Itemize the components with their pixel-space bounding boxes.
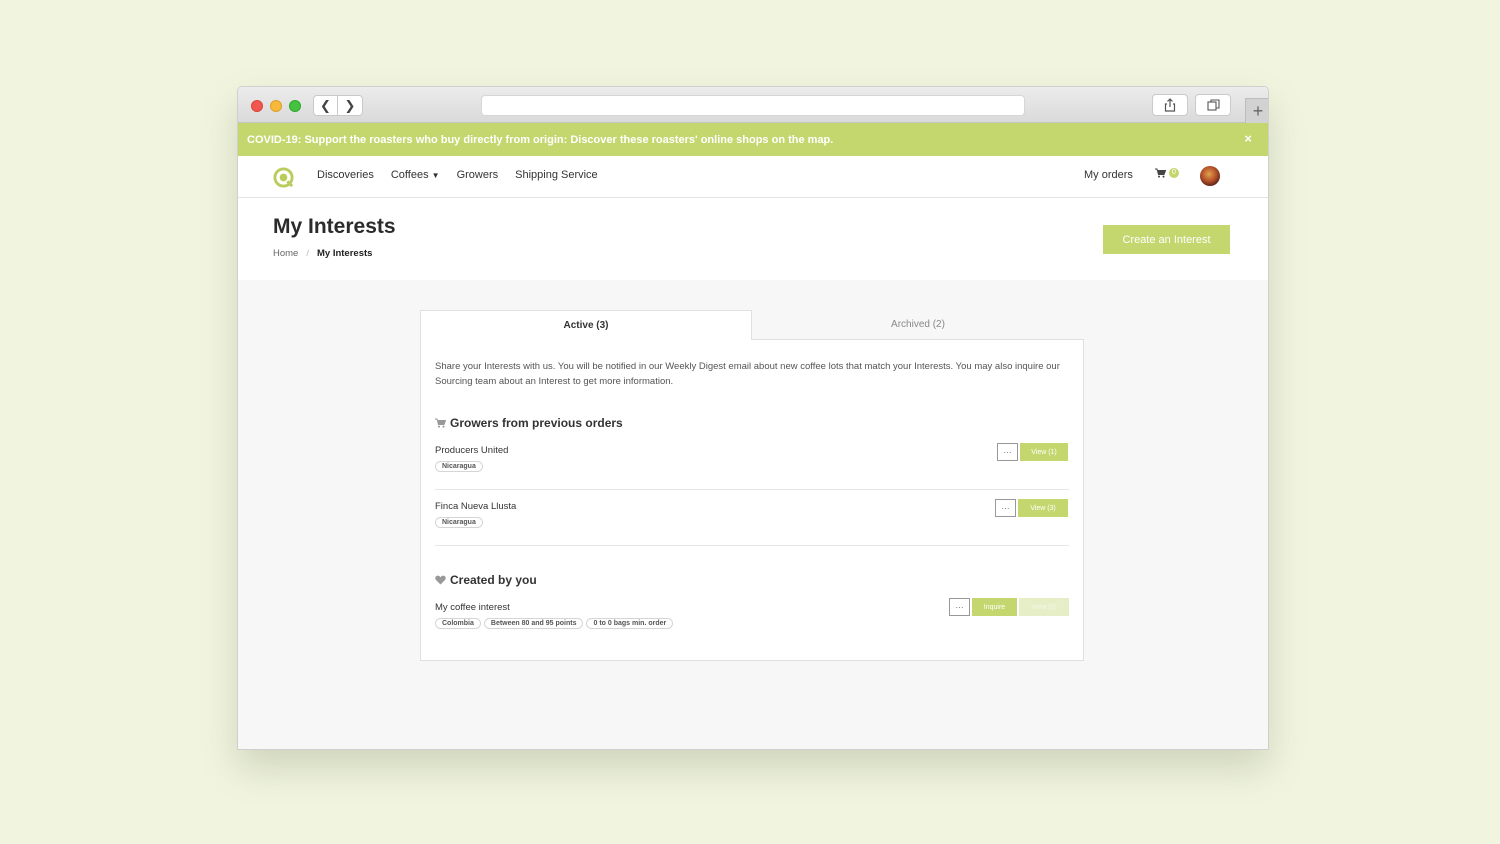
tag: Nicaragua: [435, 461, 483, 472]
breadcrumb-current: My Interests: [316, 248, 373, 259]
item-name: Producers United: [435, 445, 509, 456]
nav-discoveries[interactable]: Discoveries: [317, 169, 374, 181]
logo-icon[interactable]: [273, 167, 294, 188]
new-tab-icon[interactable]: +: [1245, 98, 1268, 123]
chevron-down-icon: ▼: [431, 171, 440, 180]
tag: Between 80 and 95 points: [483, 618, 584, 629]
nav-coffees-label: Coffees: [390, 169, 429, 181]
close-window-button[interactable]: [251, 100, 263, 112]
growers-section-heading: Growers from previous orders: [435, 416, 623, 430]
nav-coffees[interactable]: Coffees ▼: [391, 169, 440, 181]
address-bar[interactable]: [481, 95, 1025, 116]
browser-titlebar: ❮ ❯ +: [238, 87, 1268, 123]
create-interest-button[interactable]: Create an Interest: [1103, 225, 1230, 254]
list-item: Finca Nueva Llusta Nicaragua ··· View (3…: [435, 499, 1069, 528]
created-section-heading: Created by you: [435, 573, 537, 587]
forward-icon[interactable]: ❯: [338, 95, 363, 116]
nav-growers[interactable]: Growers: [457, 169, 499, 181]
banner-text: COVID-19: Support the roasters who buy d…: [247, 133, 834, 146]
nav-my-orders[interactable]: My orders: [1084, 169, 1133, 181]
covid-banner: COVID-19: Support the roasters who buy d…: [238, 123, 1268, 156]
top-navigation: Discoveries Coffees ▼ Growers Shipping S…: [238, 156, 1268, 198]
list-item: Producers United Nicaragua ··· View (1): [435, 443, 1069, 472]
cart-icon: [1155, 168, 1166, 178]
share-icon[interactable]: [1152, 94, 1188, 116]
close-icon[interactable]: ×: [1244, 131, 1252, 146]
created-heading-text: Created by you: [450, 573, 537, 587]
interest-tabs: Active (3) Archived (2): [420, 310, 1084, 340]
divider: [435, 489, 1069, 490]
growers-heading-text: Growers from previous orders: [450, 416, 623, 430]
back-icon[interactable]: ❮: [313, 95, 338, 116]
tab-archived[interactable]: Archived (2): [752, 310, 1084, 340]
breadcrumb-home[interactable]: Home: [273, 248, 298, 259]
cart-count-badge: 0: [1169, 168, 1179, 178]
tabs-overview-icon[interactable]: [1195, 94, 1231, 116]
intro-text: Share your Interests with us. You will b…: [435, 361, 1060, 387]
breadcrumb: Home / My Interests: [273, 248, 372, 259]
minimize-window-button[interactable]: [270, 100, 282, 112]
inquire-button[interactable]: Inquire: [972, 598, 1017, 616]
item-name: Finca Nueva Llusta: [435, 501, 517, 512]
view-button[interactable]: View (3): [1018, 499, 1068, 517]
tag: Colombia: [435, 618, 481, 629]
page-header: My Interests Home / My Interests Create …: [238, 198, 1268, 280]
avatar[interactable]: [1200, 166, 1220, 186]
page-title: My Interests: [273, 215, 396, 238]
view-button: View (0): [1019, 598, 1069, 616]
divider: [435, 545, 1069, 546]
list-item: My coffee interest Colombia Between 80 a…: [435, 598, 1069, 629]
more-options-button[interactable]: ···: [995, 499, 1016, 517]
heart-icon: [435, 575, 446, 585]
tag: 0 to 0 bags min. order: [586, 618, 674, 629]
more-options-button[interactable]: ···: [997, 443, 1018, 461]
tab-active[interactable]: Active (3): [420, 310, 752, 340]
zoom-window-button[interactable]: [289, 100, 301, 112]
nav-shipping-service[interactable]: Shipping Service: [515, 169, 598, 181]
cart-icon: [435, 418, 446, 428]
cart-button[interactable]: 0: [1155, 168, 1179, 178]
view-button[interactable]: View (1): [1020, 443, 1068, 461]
tag: Nicaragua: [435, 517, 483, 528]
breadcrumb-separator: /: [306, 248, 309, 259]
browser-window: ❮ ❯ + COVID-19: Support the roasters who…: [237, 86, 1269, 750]
more-options-button[interactable]: ···: [949, 598, 970, 616]
interests-panel: Share your Interests with us. You will b…: [420, 339, 1084, 661]
